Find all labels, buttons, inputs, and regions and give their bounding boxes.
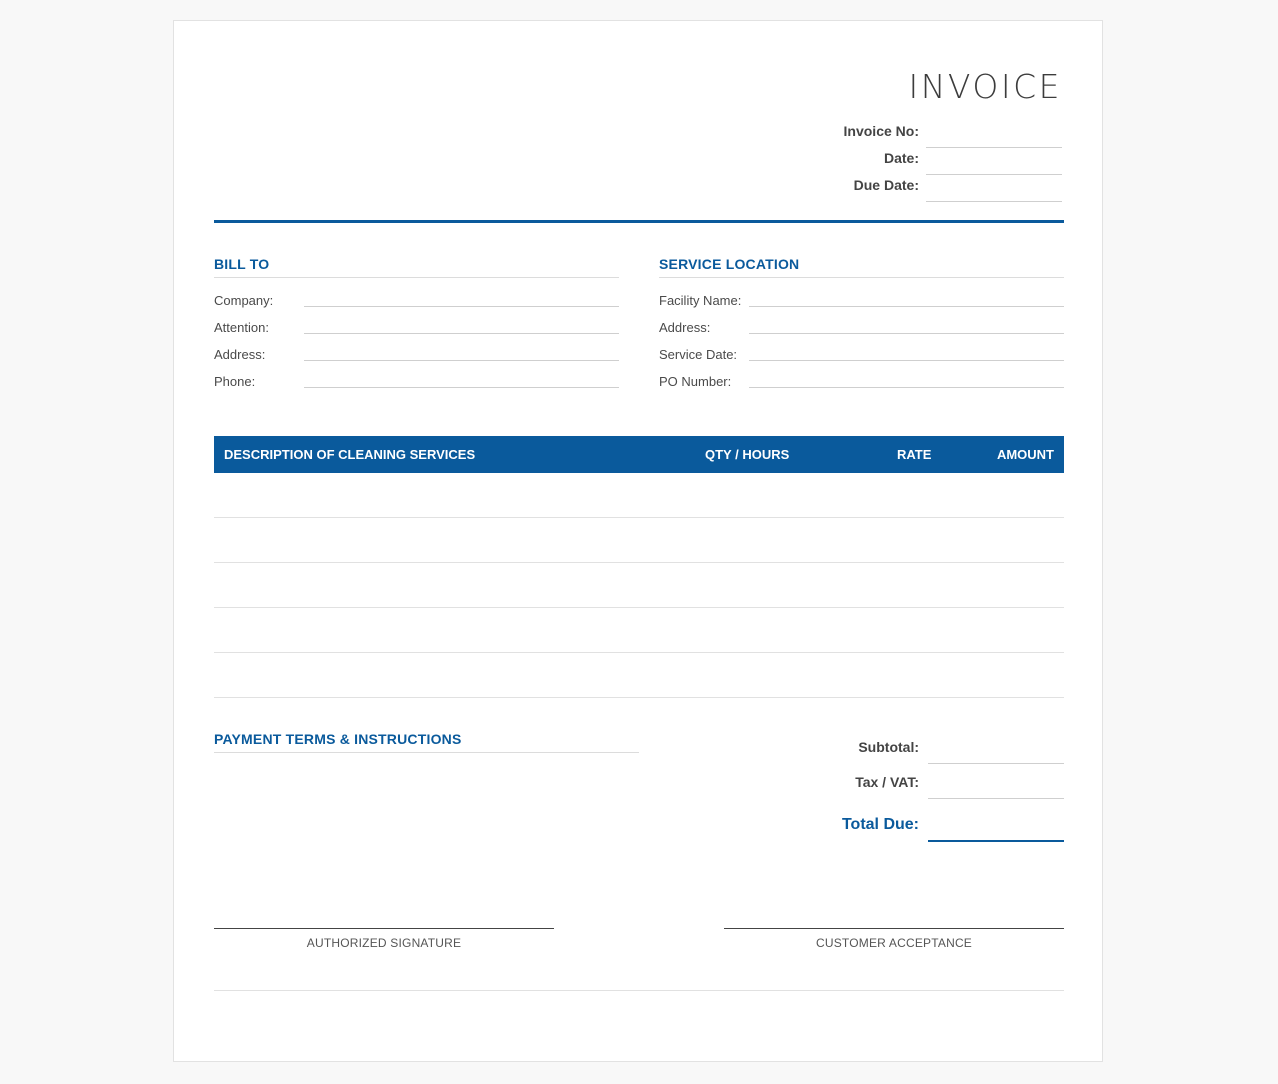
- service-address-field[interactable]: [749, 333, 1064, 334]
- subtotal-field[interactable]: [928, 763, 1064, 764]
- table-row[interactable]: [214, 562, 1064, 563]
- authorized-signature-caption: AUTHORIZED SIGNATURE: [306, 936, 462, 950]
- bill-to-address-field[interactable]: [304, 360, 619, 361]
- bill-to-company-label: Company:: [214, 293, 274, 308]
- payment-terms-title: PAYMENT TERMS & INSTRUCTIONS: [214, 731, 462, 747]
- due-date-label: Due Date:: [853, 177, 919, 193]
- footer-divider: [214, 990, 1064, 991]
- table-row[interactable]: [214, 517, 1064, 518]
- invoice-title: INVOICE: [908, 67, 1062, 106]
- due-date-field[interactable]: [926, 201, 1062, 202]
- bill-to-title: BILL TO: [214, 256, 270, 272]
- bill-to-underline: [214, 277, 619, 278]
- customer-acceptance-line[interactable]: [724, 928, 1064, 929]
- invoice-sheet: INVOICE Invoice No: Date: Due Date: BILL…: [173, 20, 1103, 1062]
- total-due-field[interactable]: [928, 840, 1064, 842]
- table-row[interactable]: [214, 607, 1064, 608]
- tax-field[interactable]: [928, 798, 1064, 799]
- service-date-label: Service Date:: [659, 347, 738, 362]
- subtotal-label: Subtotal:: [858, 739, 919, 755]
- po-number-label: PO Number:: [659, 374, 732, 389]
- table-row[interactable]: [214, 697, 1064, 698]
- column-qty-hours: QTY / HOURS: [705, 447, 790, 462]
- authorized-signature-line[interactable]: [214, 928, 554, 929]
- customer-acceptance-caption: CUSTOMER ACCEPTANCE: [815, 936, 973, 950]
- table-row[interactable]: [214, 652, 1064, 653]
- bill-to-attention-field[interactable]: [304, 333, 619, 334]
- services-table-header: DESCRIPTION OF CLEANING SERVICES QTY / H…: [214, 436, 1064, 473]
- service-location-underline: [659, 277, 1064, 278]
- invoice-date-label: Date:: [883, 150, 919, 166]
- column-amount: AMOUNT: [996, 447, 1054, 462]
- invoice-number-label: Invoice No:: [843, 123, 919, 139]
- header-divider: [214, 220, 1064, 223]
- tax-label: Tax / VAT:: [855, 774, 919, 790]
- service-location-title: SERVICE LOCATION: [659, 256, 800, 272]
- bill-to-phone-field[interactable]: [304, 387, 619, 388]
- invoice-date-row: Date:: [662, 148, 1062, 175]
- total-due-label: Total Due:: [841, 816, 919, 833]
- due-date-row: Due Date:: [662, 175, 1062, 202]
- service-address-label: Address:: [659, 320, 711, 335]
- column-description: DESCRIPTION OF CLEANING SERVICES: [224, 447, 476, 462]
- bill-to-phone-label: Phone:: [214, 374, 256, 389]
- po-number-field[interactable]: [749, 387, 1064, 388]
- bill-to-address-label: Address:: [214, 347, 266, 362]
- facility-name-label: Facility Name:: [659, 293, 742, 308]
- payment-terms-underline: [214, 752, 639, 753]
- bill-to-attention-label: Attention:: [214, 320, 269, 335]
- service-date-field[interactable]: [749, 360, 1064, 361]
- invoice-number-row: Invoice No:: [662, 121, 1062, 148]
- column-rate: RATE: [897, 447, 932, 462]
- facility-name-field[interactable]: [749, 306, 1064, 307]
- bill-to-company-field[interactable]: [304, 306, 619, 307]
